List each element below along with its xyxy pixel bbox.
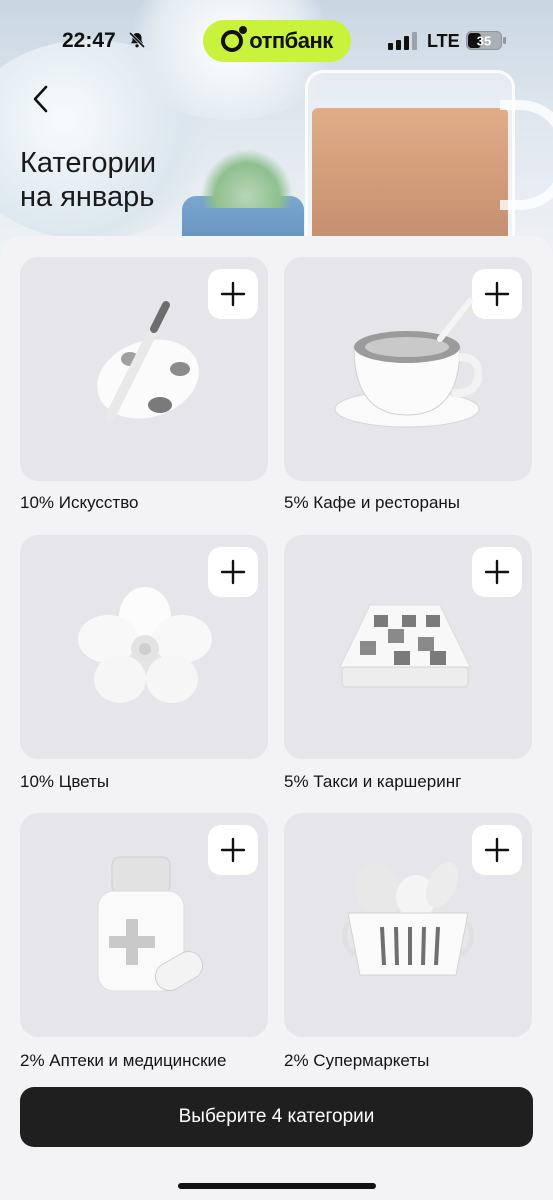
plus-icon (484, 559, 510, 585)
page-title: Категории на январь (20, 147, 157, 213)
status-time: 22:47 (62, 29, 116, 52)
category-label: 2% Аптеки и медицинские (20, 1051, 227, 1070)
battery-level: 35 (477, 34, 491, 49)
pill-bottle-icon (97, 856, 204, 992)
battery-icon: 35 (466, 31, 506, 50)
flower-icon (78, 587, 212, 703)
category-card-cafe[interactable] (284, 257, 532, 481)
category-card-supermarkets[interactable] (284, 813, 532, 1037)
palette-icon (97, 301, 199, 422)
plus-icon (484, 837, 510, 863)
network-type: LTE (427, 31, 460, 51)
coffee-cup-icon (334, 298, 482, 428)
select-categories-button[interactable]: Выберите 4 категории (20, 1087, 533, 1147)
taxi-sign-icon (339, 604, 471, 688)
chevron-left-icon (33, 85, 48, 113)
tea-glass-handle (500, 100, 553, 210)
brand-name: отпбанк (249, 28, 333, 53)
plus-icon (220, 837, 246, 863)
add-category-button[interactable] (208, 825, 258, 875)
category-label: 5% Кафе и рестораны (284, 493, 461, 512)
category-card-pharmacy[interactable] (20, 813, 268, 1037)
category-card-art[interactable] (20, 257, 268, 481)
add-category-button[interactable] (208, 547, 258, 597)
category-label: 2% Супермаркеты (284, 1051, 430, 1070)
plus-icon (220, 281, 246, 307)
bell-slash-icon (128, 31, 146, 49)
add-category-button[interactable] (208, 269, 258, 319)
signal-icon (388, 32, 417, 50)
grocery-basket-icon (341, 862, 475, 976)
category-label: 10% Искусство (20, 493, 139, 512)
otp-logo-icon (221, 26, 248, 52)
tea-glass-image (305, 70, 515, 262)
category-card-taxi[interactable] (284, 535, 532, 759)
plus-icon (484, 281, 510, 307)
category-label: 10% Цветы (20, 772, 110, 791)
category-label: 5% Такси и каршеринг (284, 772, 462, 791)
back-button[interactable] (20, 78, 62, 120)
add-category-button[interactable] (472, 825, 522, 875)
succulent-image (202, 150, 292, 208)
category-card-flowers[interactable] (20, 535, 268, 759)
home-indicator[interactable] (178, 1183, 376, 1189)
otp-bank-logo: отпбанк (203, 20, 351, 62)
add-category-button[interactable] (472, 547, 522, 597)
plus-icon (220, 559, 246, 585)
